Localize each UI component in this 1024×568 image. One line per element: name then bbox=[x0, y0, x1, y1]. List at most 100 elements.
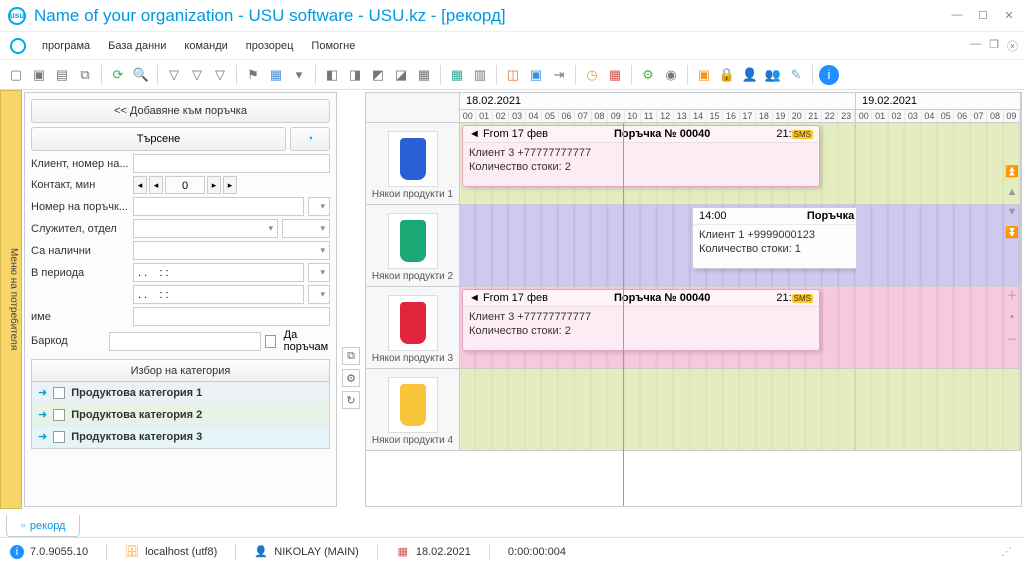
tool-user1-icon[interactable]: 👤 bbox=[740, 65, 760, 85]
tool-b-icon[interactable]: ◨ bbox=[345, 65, 365, 85]
tool-lock-icon[interactable]: 🔒 bbox=[717, 65, 737, 85]
mdi-minimize-icon[interactable]: — bbox=[970, 38, 981, 54]
mdi-close-icon[interactable]: ⓧ bbox=[1007, 38, 1018, 54]
category-row-3[interactable]: ➜Продуктова категория 3 bbox=[32, 426, 329, 448]
tool-exit-icon[interactable]: ⇥ bbox=[549, 65, 569, 85]
period-from[interactable] bbox=[133, 263, 304, 282]
calendar-icon: ▦ bbox=[396, 545, 410, 559]
add-to-order-button[interactable]: << Добавяне към поръчка bbox=[31, 99, 330, 123]
side-refresh-icon[interactable]: ↻ bbox=[342, 391, 360, 409]
tool-chart-icon[interactable]: ▥ bbox=[470, 65, 490, 85]
tool-image-icon[interactable]: ▦ bbox=[266, 65, 286, 85]
hour-cell: 03 bbox=[509, 110, 525, 122]
category-row-2[interactable]: ➜Продуктова категория 2 bbox=[32, 404, 329, 426]
menu-window[interactable]: прозорец bbox=[238, 36, 302, 56]
minimize-icon[interactable]: — bbox=[950, 9, 964, 22]
scroll-down2-icon[interactable]: ⏬ bbox=[1005, 226, 1019, 239]
scroll-down-icon[interactable]: ▼ bbox=[1007, 206, 1018, 218]
period-from-dd[interactable] bbox=[308, 263, 330, 282]
tool-rss-icon[interactable]: ▣ bbox=[694, 65, 714, 85]
barcode-input[interactable] bbox=[109, 332, 261, 351]
hour-cell: 03 bbox=[905, 110, 921, 122]
order-card-3[interactable]: ◄ From 17 февПоръчка № 0004021:SMS Клиен… bbox=[462, 289, 820, 351]
scroll-up-icon[interactable]: ⏫ bbox=[1005, 165, 1019, 178]
tool-flag-icon[interactable]: ⚑ bbox=[243, 65, 263, 85]
tool-dropdown-icon[interactable]: ▾ bbox=[289, 65, 309, 85]
tool-gear-icon[interactable]: ⚙ bbox=[638, 65, 658, 85]
host: localhost (utf8) bbox=[145, 546, 217, 558]
tool-search-icon[interactable]: 🔍 bbox=[131, 65, 151, 85]
tool-open-icon[interactable]: ▣ bbox=[29, 65, 49, 85]
tool-f-icon[interactable]: ◫ bbox=[503, 65, 523, 85]
name-input[interactable] bbox=[133, 307, 330, 326]
cat1-checkbox[interactable] bbox=[53, 387, 65, 399]
dept-dd[interactable] bbox=[282, 219, 330, 238]
user-menu-tab[interactable]: Меню на потребителя bbox=[0, 90, 22, 509]
mdi-restore-icon[interactable]: ❐ bbox=[989, 38, 999, 54]
tool-g-icon[interactable]: ▣ bbox=[526, 65, 546, 85]
search-options-button[interactable]: ◔ bbox=[290, 127, 330, 151]
tab-record[interactable]: ▫рекорд bbox=[6, 515, 80, 537]
hour-cell: 10 bbox=[625, 110, 641, 122]
to-order-checkbox[interactable] bbox=[265, 335, 275, 348]
tool-c-icon[interactable]: ◩ bbox=[368, 65, 388, 85]
category-header: Избор на категория bbox=[32, 360, 329, 382]
maximize-icon[interactable]: ☐ bbox=[976, 9, 990, 22]
hour-cell: 14 bbox=[690, 110, 706, 122]
order-card-1[interactable]: ◄ From 17 февПоръчка № 0004021:SMS Клиен… bbox=[462, 125, 820, 187]
period-to[interactable] bbox=[133, 285, 304, 304]
client-input[interactable] bbox=[133, 154, 330, 173]
tool-e-icon[interactable]: ▦ bbox=[414, 65, 434, 85]
side-copy-icon[interactable]: ⧉ bbox=[342, 347, 360, 365]
expand-icon: ➜ bbox=[38, 430, 47, 443]
menu-database[interactable]: База данни bbox=[100, 36, 174, 56]
label-period: В периода bbox=[31, 267, 129, 279]
cat2-checkbox[interactable] bbox=[53, 409, 65, 421]
scroll-up2-icon[interactable]: ▲ bbox=[1007, 186, 1018, 198]
menu-program[interactable]: програма bbox=[34, 36, 98, 56]
hour-cell: 15 bbox=[707, 110, 723, 122]
zoom-in-icon[interactable]: ＋ bbox=[1007, 287, 1018, 303]
employee-dd[interactable] bbox=[133, 219, 278, 238]
contact-inc[interactable]: ▸ bbox=[207, 176, 221, 194]
tool-user2-icon[interactable]: 👥 bbox=[763, 65, 783, 85]
user: NIKOLAY (MAIN) bbox=[274, 546, 359, 558]
hour-cell: 08 bbox=[592, 110, 608, 122]
statusbar: i7.0.9055.10 🗄localhost (utf8) 👤NIKOLAY … bbox=[0, 537, 1024, 565]
cat3-checkbox[interactable] bbox=[53, 431, 65, 443]
search-button[interactable]: Търсене bbox=[31, 127, 286, 151]
tool-filter1-icon[interactable]: ▽ bbox=[164, 65, 184, 85]
menu-help[interactable]: Помогне bbox=[303, 36, 363, 56]
tool-copy-icon[interactable]: ⧉ bbox=[75, 65, 95, 85]
close-icon[interactable]: ✕ bbox=[1002, 9, 1016, 22]
tool-info-icon[interactable]: i bbox=[819, 65, 839, 85]
tool-new-icon[interactable]: ▢ bbox=[6, 65, 26, 85]
available-dd[interactable] bbox=[133, 241, 330, 260]
tool-d-icon[interactable]: ◪ bbox=[391, 65, 411, 85]
zoom-reset-icon[interactable]: • bbox=[1010, 311, 1014, 323]
orderno-input[interactable] bbox=[133, 197, 304, 216]
tool-excel-icon[interactable]: ▦ bbox=[447, 65, 467, 85]
contact-dec[interactable]: ◂ bbox=[133, 176, 147, 194]
tool-brush-icon[interactable]: ✎ bbox=[786, 65, 806, 85]
contact-inc2[interactable]: ▸ bbox=[223, 176, 237, 194]
period-to-dd[interactable] bbox=[308, 285, 330, 304]
orderno-dd[interactable] bbox=[308, 197, 330, 216]
side-gear-icon[interactable]: ⚙ bbox=[342, 369, 360, 387]
tab-icon: ▫ bbox=[21, 520, 25, 532]
tool-colorwheel-icon[interactable]: ◉ bbox=[661, 65, 681, 85]
tool-filter2-icon[interactable]: ▽ bbox=[187, 65, 207, 85]
menu-commands[interactable]: команди bbox=[176, 36, 235, 56]
tool-clock-icon[interactable]: ◷ bbox=[582, 65, 602, 85]
tool-a-icon[interactable]: ◧ bbox=[322, 65, 342, 85]
category-row-1[interactable]: ➜Продуктова категория 1 bbox=[32, 382, 329, 404]
search-panel: << Добавяне към поръчка Търсене ◔ Клиент… bbox=[24, 92, 337, 507]
tool-refresh-icon[interactable]: ⟳ bbox=[108, 65, 128, 85]
tool-filter3-icon[interactable]: ▽ bbox=[210, 65, 230, 85]
tool-save-icon[interactable]: ▤ bbox=[52, 65, 72, 85]
resize-grip-icon[interactable]: ⋰ bbox=[1001, 545, 1014, 558]
tool-calendar-icon[interactable]: ▦ bbox=[605, 65, 625, 85]
zoom-out-icon[interactable]: － bbox=[1007, 331, 1018, 347]
app-logo-icon: usu bbox=[8, 7, 26, 25]
contact-dec2[interactable]: ◂ bbox=[149, 176, 163, 194]
